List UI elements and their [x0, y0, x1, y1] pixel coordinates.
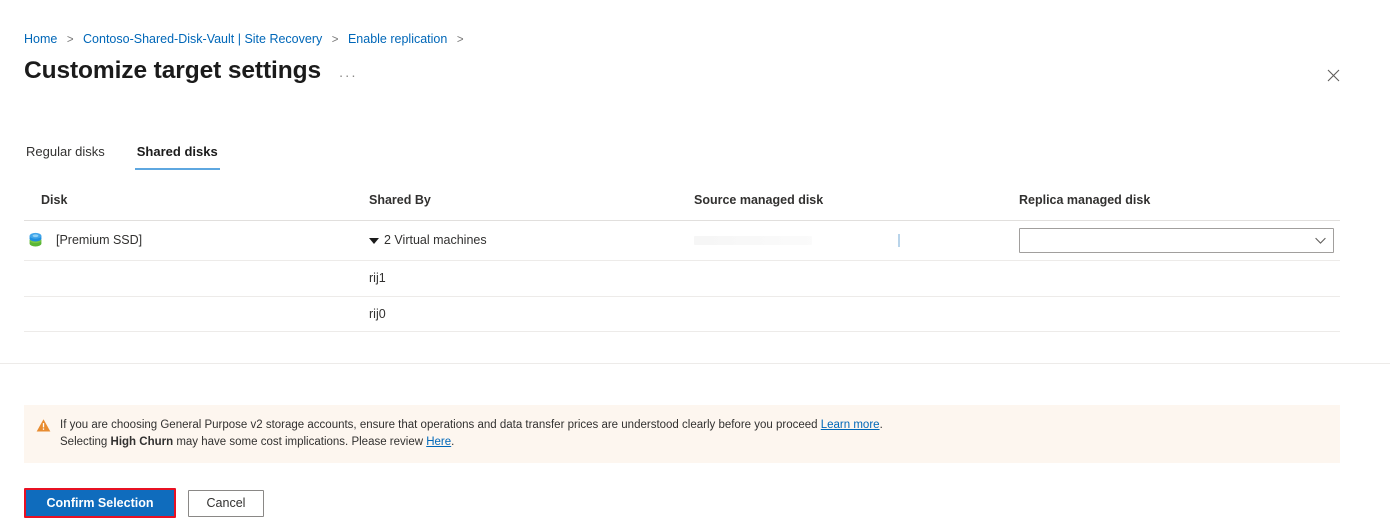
- warning-line-2-post: .: [451, 436, 455, 448]
- text-cursor: [898, 234, 900, 247]
- breadcrumb-item-home[interactable]: Home: [24, 32, 57, 46]
- cell-shared-by: 2 Virtual machines: [369, 232, 694, 249]
- page-title: Customize target settings: [24, 57, 321, 84]
- cancel-button[interactable]: Cancel: [188, 489, 264, 517]
- warning-text: If you are choosing General Purpose v2 s…: [60, 417, 883, 451]
- warning-banner: If you are choosing General Purpose v2 s…: [24, 405, 1340, 463]
- breadcrumb-separator: >: [456, 34, 464, 46]
- breadcrumb-item-vault[interactable]: Contoso-Shared-Disk-Vault | Site Recover…: [83, 32, 322, 46]
- footer-actions: Confirm Selection Cancel: [24, 488, 264, 518]
- confirm-selection-button[interactable]: Confirm Selection: [26, 490, 174, 516]
- cell-source-managed-disk: [694, 234, 1019, 247]
- column-header-disk: Disk: [41, 193, 68, 207]
- close-icon[interactable]: [1321, 63, 1345, 87]
- breadcrumb-item-enable-replication[interactable]: Enable replication: [348, 32, 447, 46]
- replica-managed-disk-dropdown[interactable]: [1019, 228, 1334, 253]
- warning-line-2-pre: Selecting: [60, 436, 111, 448]
- column-header-replica-managed-disk: Replica managed disk: [1019, 193, 1151, 207]
- tab-shared-disks[interactable]: Shared disks: [134, 143, 220, 170]
- breadcrumb-separator: >: [331, 34, 339, 46]
- cell-disk: [Premium SSD]: [24, 231, 369, 250]
- high-churn-emphasis: High Churn: [110, 436, 174, 448]
- here-link[interactable]: Here: [426, 436, 451, 448]
- shared-by-expander[interactable]: 2 Virtual machines: [369, 232, 487, 249]
- source-managed-disk-value: [694, 236, 812, 245]
- managed-disk-icon: [29, 232, 42, 247]
- disk-type-tabs: Regular disks Shared disks: [24, 143, 220, 170]
- table-header-row: Disk Shared By Source managed disk Repli…: [24, 192, 1340, 220]
- chevron-down-icon: [369, 237, 379, 244]
- warning-line-2: Selecting High Churn may have some cost …: [60, 434, 883, 451]
- warning-line-2-mid: may have some cost implications. Please …: [173, 436, 427, 448]
- warning-line-1: If you are choosing General Purpose v2 s…: [60, 417, 883, 434]
- column-header-shared-by: Shared By: [369, 193, 431, 207]
- disk-name: [Premium SSD]: [56, 233, 143, 247]
- shared-by-label: 2 Virtual machines: [384, 233, 487, 247]
- cell-replica-managed-disk: [1019, 228, 1340, 253]
- cell-shared-by: rij1: [369, 271, 386, 285]
- warning-line-1-post: .: [879, 419, 883, 431]
- tab-regular-disks[interactable]: Regular disks: [24, 143, 107, 170]
- customize-target-settings-blade: Home > Contoso-Shared-Disk-Vault | Site …: [0, 0, 1390, 531]
- more-options-icon[interactable]: ···: [337, 64, 359, 86]
- table-row: rij0: [24, 296, 1340, 332]
- title-row: Customize target settings ···: [24, 56, 359, 86]
- learn-more-link[interactable]: Learn more: [821, 419, 880, 431]
- warning-triangle-icon: [36, 419, 51, 432]
- table-row: [Premium SSD] 2 Virtual machines: [24, 220, 1340, 260]
- confirm-selection-highlight: Confirm Selection: [24, 488, 176, 518]
- cell-shared-by: rij0: [369, 306, 386, 321]
- column-header-source-managed-disk: Source managed disk: [694, 193, 824, 207]
- shared-disks-table: Disk Shared By Source managed disk Repli…: [24, 192, 1340, 332]
- warning-line-1-pre: If you are choosing General Purpose v2 s…: [60, 419, 821, 431]
- breadcrumb: Home > Contoso-Shared-Disk-Vault | Site …: [24, 31, 470, 48]
- table-row: rij1: [24, 260, 1340, 296]
- chevron-down-icon: [1315, 237, 1326, 244]
- breadcrumb-separator: >: [66, 34, 74, 46]
- section-divider: [0, 363, 1390, 364]
